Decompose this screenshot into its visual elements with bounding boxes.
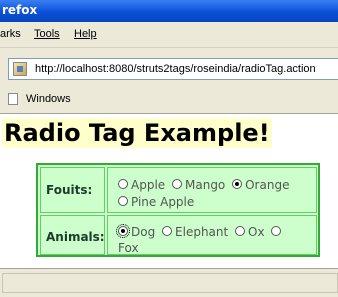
radio-mango[interactable]	[172, 178, 182, 189]
url-field[interactable]: http://localhost:8080/struts2tags/rosein…	[8, 58, 338, 80]
radio-apple[interactable]	[118, 178, 128, 189]
radio-dog[interactable]	[116, 223, 130, 238]
radio-orange[interactable]	[232, 178, 243, 189]
site-favicon-icon	[13, 62, 27, 76]
radio-pine-apple[interactable]	[118, 195, 128, 206]
url-text: http://localhost:8080/struts2tags/rosein…	[35, 63, 316, 75]
fruits-options-cell: Apple Mango Orange Pine Apple	[107, 167, 317, 213]
animals-label: Animals:	[46, 230, 105, 244]
radio-pine-apple-label: Pine Apple	[131, 195, 195, 209]
radio-fox[interactable]	[271, 225, 282, 236]
menu-bookmarks-label: arks	[0, 28, 21, 40]
page-heading: Radio Tag Example!	[2, 118, 272, 148]
fruits-radio-group: Apple Mango Orange Pine Apple	[118, 177, 318, 211]
fruits-label-cell: Fouits:	[40, 167, 105, 213]
radio-mango-label: Mango	[185, 178, 226, 192]
radio-ox[interactable]	[235, 225, 246, 236]
page-icon	[8, 93, 18, 105]
menu-help[interactable]: Help	[74, 28, 97, 40]
radio-orange-label: Orange	[245, 178, 290, 192]
fruits-label: Fouits:	[46, 183, 93, 197]
menu-help-label: Help	[74, 28, 97, 40]
menu-bar: arks Tools Help	[0, 22, 338, 48]
radio-apple-label: Apple	[131, 178, 166, 192]
fruits-option-mango[interactable]: Mango	[172, 178, 225, 192]
fruits-option-orange[interactable]: Orange	[232, 178, 289, 192]
menu-bookmarks[interactable]: arks	[0, 28, 21, 40]
radio-dog-label: Dog	[131, 225, 156, 239]
window-title: refox	[2, 3, 38, 17]
menu-tools-label: Tools	[34, 28, 60, 40]
address-bar: http://localhost:8080/struts2tags/rosein…	[0, 54, 338, 85]
radio-elephant[interactable]	[162, 225, 173, 236]
bookmark-windows[interactable]: Windows	[26, 93, 71, 105]
radio-form-table: Fouits: Apple Mango Orange Pine Apple An…	[36, 163, 320, 257]
status-bar	[0, 268, 338, 297]
fruits-option-pine-apple[interactable]: Pine Apple	[118, 195, 194, 209]
window-title-bar: refox	[0, 0, 338, 22]
animals-option-dog[interactable]: Dog	[116, 223, 156, 239]
radio-fox-label: Fox	[118, 241, 139, 255]
radio-elephant-label: Elephant	[175, 225, 229, 239]
radio-ox-label: Ox	[248, 225, 265, 239]
animals-option-ox[interactable]: Ox	[235, 225, 265, 239]
menu-tools[interactable]: Tools	[34, 28, 60, 40]
animals-label-cell: Animals:	[40, 215, 105, 255]
animals-radio-group: Dog Elephant Ox Fox	[116, 223, 318, 256]
bookmarks-toolbar: Windows	[0, 84, 338, 114]
status-panel	[2, 273, 338, 293]
animals-option-elephant[interactable]: Elephant	[162, 225, 228, 239]
animals-options-cell: Dog Elephant Ox Fox	[107, 215, 317, 255]
fruits-option-apple[interactable]: Apple	[118, 178, 165, 192]
